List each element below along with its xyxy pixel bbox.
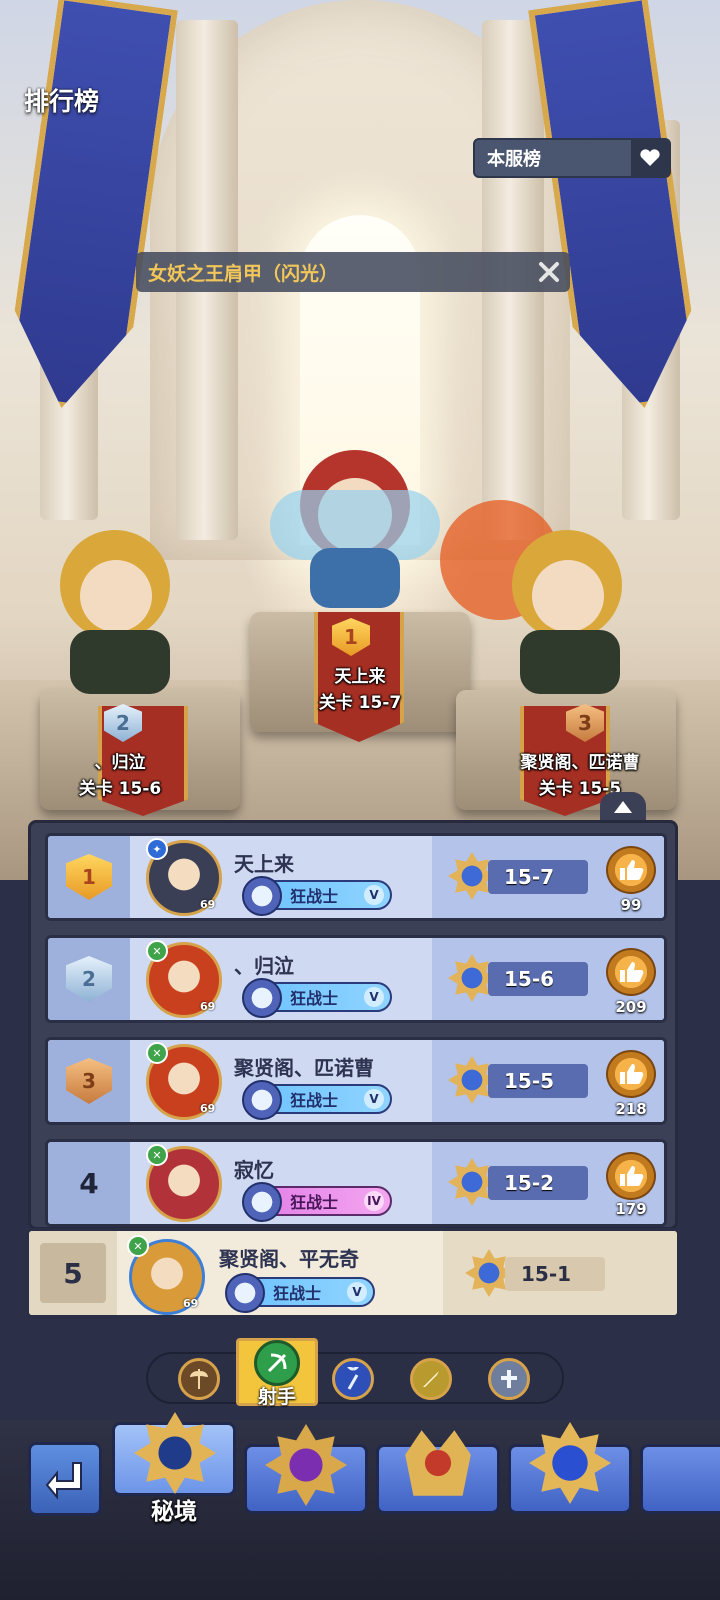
like-button[interactable]	[606, 1050, 656, 1098]
stage-value: 15-7	[488, 860, 588, 894]
class-tag: 狂战士 V	[242, 1080, 392, 1120]
player-name: 天上来	[234, 852, 294, 876]
stage-value: 15-1	[505, 1257, 605, 1291]
class-tag: 狂战士 V	[225, 1273, 375, 1313]
class-name: 狂战士	[290, 887, 339, 906]
class-tag: 狂战士 V	[242, 876, 392, 916]
rank-cell: 3	[48, 1040, 130, 1122]
page-title: 排行榜	[24, 87, 100, 116]
dropdown-heart-icon[interactable]	[631, 140, 669, 176]
bow-class-icon: ✕	[127, 1235, 149, 1257]
class-tag: 狂战士 V	[242, 978, 392, 1018]
rank-cell: 5	[29, 1231, 117, 1315]
thumbs-up-icon	[620, 962, 644, 982]
self-rank-row[interactable]: 5 ✕ 69 聚贤阁、平无奇 狂战士 V 15-1	[26, 1228, 680, 1318]
holy-icon[interactable]	[488, 1358, 530, 1400]
collapse-button[interactable]	[600, 792, 646, 822]
thumbs-up-icon	[620, 1166, 644, 1186]
like-count: 218	[615, 1100, 647, 1118]
thumbs-up-icon	[620, 1064, 644, 1084]
hero-body	[70, 630, 170, 694]
table-row[interactable]: 1 ✦ 69 天上来 狂战士 V 15-7 99	[45, 833, 667, 921]
rank-2-badge-icon: 2	[66, 956, 112, 1002]
hero-body	[310, 548, 400, 608]
like-count: 99	[620, 896, 642, 914]
item-tip-text: 女妖之王肩甲（闪光）	[148, 262, 339, 285]
filter-active-label: 射手	[257, 1386, 296, 1408]
bow-icon[interactable]	[254, 1340, 300, 1386]
nav-tab-more[interactable]	[640, 1444, 720, 1514]
staff-class-icon: ✦	[146, 838, 168, 860]
nav-tab-label: 秘境	[151, 1499, 197, 1525]
rank-number: 5	[40, 1243, 106, 1303]
player-level: 69	[200, 898, 216, 911]
like-button[interactable]	[606, 846, 656, 894]
back-button[interactable]	[28, 1442, 102, 1516]
player-name: 聚贤阁、平无奇	[219, 1247, 359, 1271]
rank-number: 4	[79, 1166, 99, 1200]
hero-face	[80, 560, 152, 632]
podium-stage-2: 关卡 15-6	[78, 779, 162, 799]
rank-cell: 4	[48, 1142, 130, 1224]
like-button[interactable]	[606, 1152, 656, 1200]
rank-cell: 1	[48, 836, 130, 918]
player-level: 69	[183, 1297, 199, 1310]
staff-icon[interactable]	[332, 1358, 374, 1400]
class-grade: V	[364, 1089, 384, 1109]
rank-1-badge-icon: 1	[66, 854, 112, 900]
stage-value: 15-2	[488, 1166, 588, 1200]
class-grade: IV	[364, 1191, 384, 1211]
class-name: 狂战士	[273, 1284, 322, 1303]
berserker-emblem-icon	[242, 978, 282, 1018]
bow-class-icon: ✕	[146, 1042, 168, 1064]
rank-cell: 2	[48, 938, 130, 1020]
podium-name-3: 聚贤阁、匹诺曹	[520, 753, 640, 773]
berserker-emblem-icon	[242, 876, 282, 916]
blade-icon[interactable]	[410, 1358, 452, 1400]
berserker-emblem-icon	[225, 1273, 265, 1313]
hero-face	[532, 560, 604, 632]
like-button[interactable]	[606, 948, 656, 996]
stage-value: 15-5	[488, 1064, 588, 1098]
podium-stage-1: 关卡 15-7	[318, 693, 402, 713]
berserker-emblem-icon	[242, 1182, 282, 1222]
player-name: 聚贤阁、匹诺曹	[234, 1056, 374, 1080]
like-count: 179	[615, 1200, 647, 1218]
server-select-value: 本服榜	[487, 149, 541, 170]
berserker-emblem-icon	[242, 1080, 282, 1120]
rank-3-badge-icon: 3	[66, 1058, 112, 1104]
like-count: 209	[615, 998, 647, 1016]
player-name: 寂忆	[234, 1158, 274, 1182]
close-icon[interactable]	[534, 257, 564, 287]
return-arrow-icon	[45, 1462, 82, 1500]
class-name: 狂战士	[290, 1193, 339, 1212]
table-row[interactable]: 2 ✕ 69 、归泣 狂战士 V 15-6 209	[45, 935, 667, 1023]
class-tag: 狂战士 IV	[242, 1182, 392, 1222]
chevron-up-icon	[614, 801, 632, 813]
thumbs-up-icon	[620, 860, 644, 880]
player-name: 、归泣	[234, 954, 294, 978]
bow-class-icon: ✕	[146, 940, 168, 962]
item-tip: 女妖之王肩甲（闪光）	[136, 252, 570, 292]
hero-body	[520, 630, 620, 694]
class-grade: V	[364, 885, 384, 905]
server-select[interactable]: 本服榜	[473, 138, 671, 178]
podium-name-1: 天上来	[334, 667, 386, 687]
stage-value: 15-6	[488, 962, 588, 996]
class-grade: V	[364, 987, 384, 1007]
bow-class-icon: ✕	[146, 1144, 168, 1166]
table-row[interactable]: 3 ✕ 69 聚贤阁、匹诺曹 狂战士 V 15-5 218	[45, 1037, 667, 1125]
table-row[interactable]: 4 ✕ 寂忆 狂战士 IV 15-2 179	[45, 1139, 667, 1227]
class-name: 狂战士	[290, 1091, 339, 1110]
ranking-list[interactable]: 1 ✦ 69 天上来 狂战士 V 15-7 99 2 ✕ 69 、归泣 狂战士 …	[28, 820, 678, 1230]
podium-name-2: 、归泣	[94, 753, 146, 773]
class-grade: V	[347, 1282, 367, 1302]
player-level: 69	[200, 1000, 216, 1013]
class-name: 狂战士	[290, 989, 339, 1008]
class-filter-bar: 射手	[146, 1338, 564, 1408]
axe-icon[interactable]	[178, 1358, 220, 1400]
player-level: 69	[200, 1102, 216, 1115]
